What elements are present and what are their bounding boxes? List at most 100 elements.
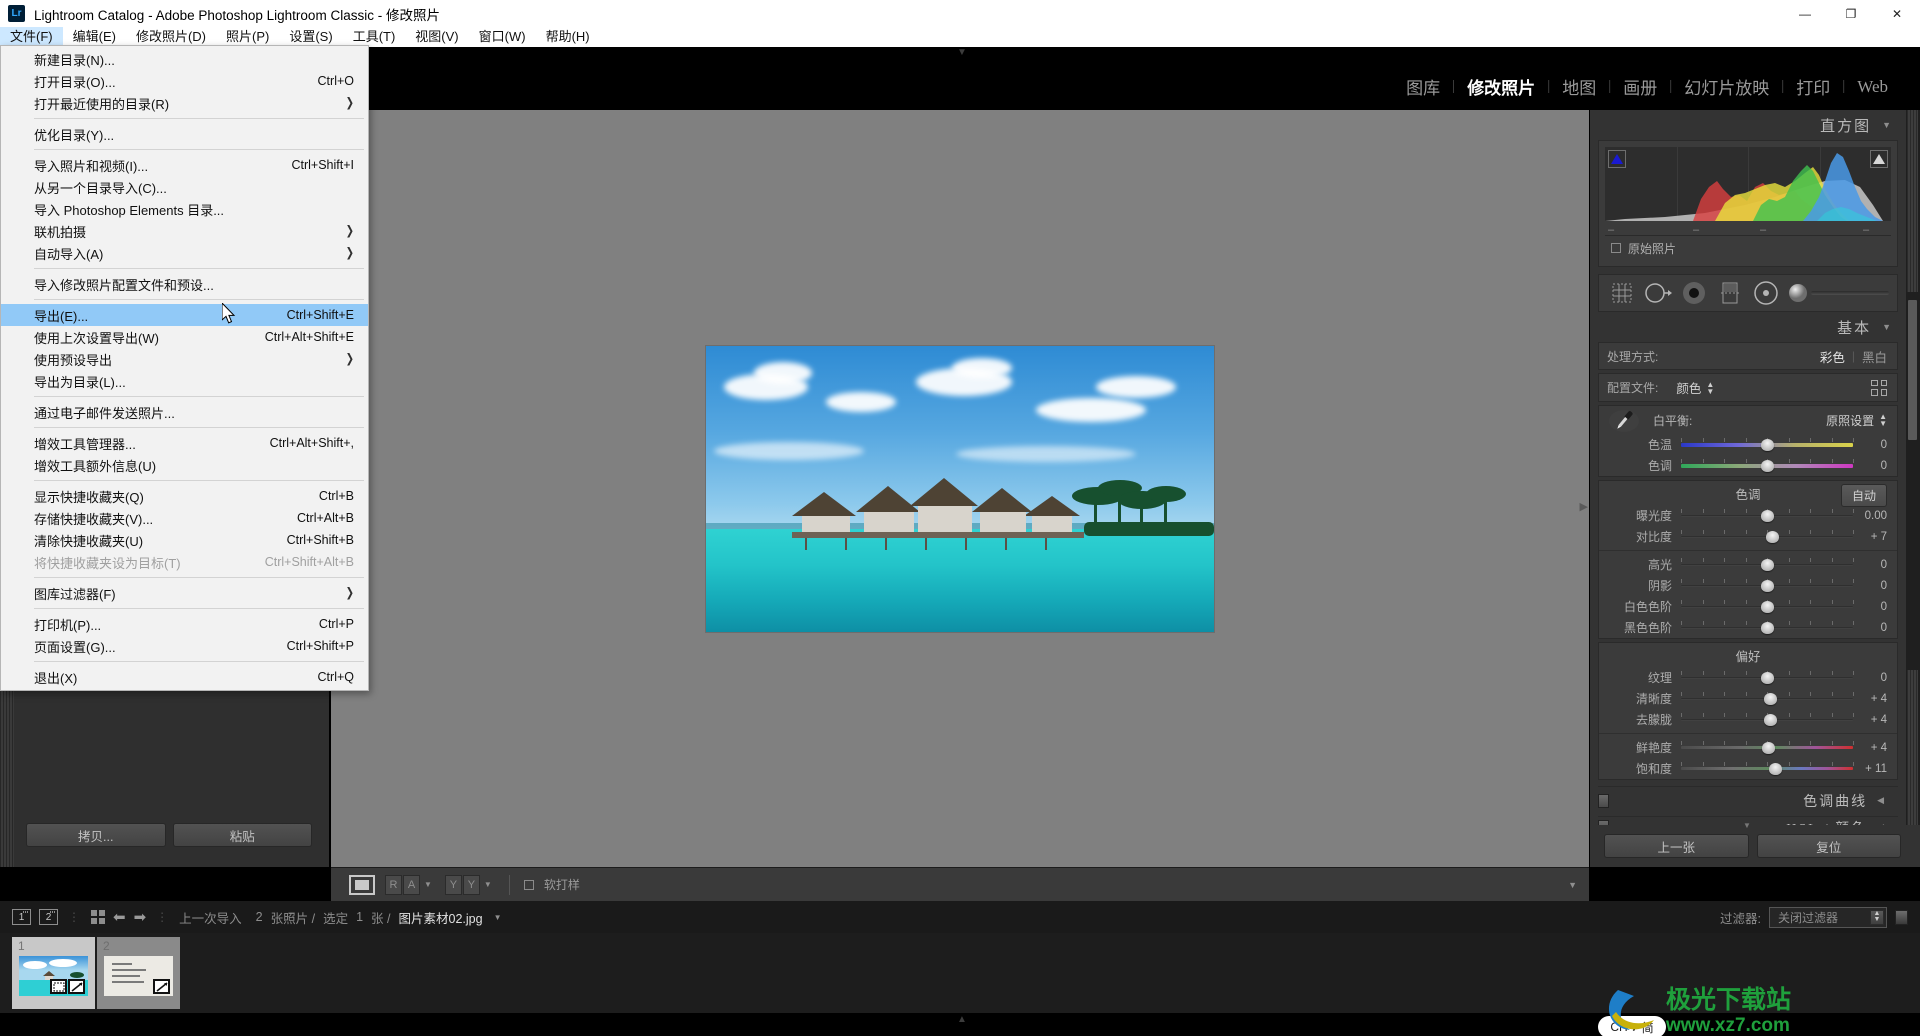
module-tab-0[interactable]: 图库 <box>1394 74 1452 99</box>
slider-value[interactable]: 0 <box>1853 580 1887 592</box>
soft-proofing-checkbox[interactable] <box>524 880 534 890</box>
treatment-color-option[interactable]: 彩色 <box>1820 347 1845 366</box>
tone-curve-panel-header[interactable]: 色调曲线 ◀ <box>1598 786 1898 814</box>
chevron-down-icon[interactable]: ▼ <box>1882 322 1893 332</box>
highlight-clipping-indicator[interactable] <box>1870 150 1888 168</box>
rating-pill-1[interactable]: Y <box>445 875 462 895</box>
slider-value[interactable]: 0 <box>1853 439 1887 451</box>
filmstrip-cell-0[interactable]: 1 <box>12 937 95 1009</box>
original-photo-checkbox[interactable] <box>1611 243 1621 253</box>
slider-knob[interactable] <box>1761 439 1774 451</box>
menu-item-6[interactable]: 视图(V) <box>405 27 468 47</box>
flag-pill-r[interactable]: R <box>385 875 402 895</box>
chevron-down-icon[interactable]: ▼ <box>491 913 505 922</box>
rating-pill-2[interactable]: Y <box>463 875 480 895</box>
slider-control[interactable] <box>1681 692 1853 706</box>
slider-knob[interactable] <box>1761 601 1774 613</box>
file-menu-item-31[interactable]: 打印机(P)...Ctrl+P <box>1 613 368 635</box>
file-menu-item-14[interactable]: 导出(E)...Ctrl+Shift+E <box>1 304 368 326</box>
scrollbar-thumb[interactable] <box>1908 300 1917 440</box>
bottom-panel-collapse-arrow[interactable]: ▲ <box>957 1014 967 1025</box>
menu-item-5[interactable]: 工具(T) <box>343 27 406 47</box>
file-menu-item-9[interactable]: 联机拍摄❯ <box>1 220 368 242</box>
slider-value[interactable]: 0 <box>1853 672 1887 684</box>
slider-knob[interactable] <box>1764 693 1777 705</box>
spot-removal-tool-icon[interactable] <box>1643 279 1672 308</box>
radial-filter-tool-icon[interactable] <box>1751 279 1780 308</box>
slider-control[interactable] <box>1681 741 1853 755</box>
back-arrow-icon[interactable]: ⬅ <box>113 908 126 926</box>
filter-select[interactable]: 关闭过滤器 ▲▼ <box>1769 907 1887 928</box>
menu-item-4[interactable]: 设置(S) <box>279 27 342 47</box>
slider-value[interactable]: + 4 <box>1853 742 1887 754</box>
file-menu-item-10[interactable]: 自动导入(A)❯ <box>1 242 368 264</box>
panel-collapse-arrow[interactable]: ▼ <box>1602 821 1892 830</box>
chevron-down-icon[interactable]: ▼ <box>1882 120 1893 130</box>
shadow-clipping-indicator[interactable] <box>1608 150 1626 168</box>
main-photo[interactable] <box>706 346 1214 632</box>
copy-settings-button[interactable]: 拷贝... <box>26 823 166 847</box>
slider-control[interactable] <box>1681 579 1853 593</box>
file-menu-item-29[interactable]: 图库过滤器(F)❯ <box>1 582 368 604</box>
slider-control[interactable] <box>1681 713 1853 727</box>
file-menu-item-34[interactable]: 退出(X)Ctrl+Q <box>1 666 368 688</box>
slider-value[interactable]: + 4 <box>1853 714 1887 726</box>
crop-tool-icon[interactable] <box>1607 279 1636 308</box>
slider-value[interactable]: 0 <box>1853 559 1887 571</box>
right-panel-scrollbar[interactable] <box>1906 110 1920 825</box>
filter-lock-button[interactable] <box>1895 910 1908 925</box>
menu-item-0[interactable]: 文件(F) <box>0 27 63 47</box>
profile-browser-icon[interactable] <box>1871 380 1887 396</box>
file-menu-item-22[interactable]: 增效工具额外信息(U) <box>1 454 368 476</box>
module-tab-6[interactable]: Web <box>1845 77 1900 97</box>
minimize-button[interactable]: — <box>1782 0 1828 27</box>
slider-value[interactable]: 0 <box>1853 460 1887 472</box>
treatment-bw-option[interactable]: 黑白 <box>1862 347 1887 366</box>
slider-control[interactable] <box>1681 438 1853 452</box>
menu-item-3[interactable]: 照片(P) <box>216 27 279 47</box>
paste-settings-button[interactable]: 粘贴 <box>173 823 313 847</box>
file-menu-item-17[interactable]: 导出为目录(L)... <box>1 370 368 392</box>
auto-tone-button[interactable]: 自动 <box>1841 484 1887 507</box>
image-canvas[interactable] <box>331 110 1589 867</box>
menu-item-2[interactable]: 修改照片(D) <box>126 27 216 47</box>
slider-control[interactable] <box>1681 459 1853 473</box>
top-panel-collapse-arrow[interactable]: ▼ <box>957 47 967 58</box>
file-menu-item-4[interactable]: 优化目录(Y)... <box>1 123 368 145</box>
slider-value[interactable]: 0 <box>1853 601 1887 613</box>
grid-view-icon[interactable] <box>91 910 105 924</box>
file-menu-item-6[interactable]: 导入照片和视频(I)...Ctrl+Shift+I <box>1 154 368 176</box>
maximize-button[interactable]: ❐ <box>1828 0 1874 27</box>
adjustment-brush-tool-icon[interactable] <box>1787 279 1889 308</box>
slider-knob[interactable] <box>1761 672 1774 684</box>
white-balance-value[interactable]: 原照设置 <box>1826 412 1874 429</box>
file-menu-item-12[interactable]: 导入修改照片配置文件和预设... <box>1 273 368 295</box>
develop-badge-icon[interactable] <box>153 979 170 994</box>
forward-arrow-icon[interactable]: ➡ <box>134 908 147 926</box>
original-photo-row[interactable]: 原始照片 <box>1605 235 1891 260</box>
loupe-view-icon[interactable] <box>349 875 375 895</box>
rating-filter-group[interactable]: Y Y ▼ <box>445 875 495 895</box>
histogram-panel-header[interactable]: 直方图 ▼ <box>1590 110 1906 140</box>
previous-button[interactable]: 上一张 <box>1604 834 1749 858</box>
file-menu-item-7[interactable]: 从另一个目录导入(C)... <box>1 176 368 198</box>
slider-knob[interactable] <box>1761 510 1774 522</box>
slider-knob[interactable] <box>1762 742 1775 754</box>
file-menu-item-26[interactable]: 清除快捷收藏夹(U)Ctrl+Shift+B <box>1 529 368 551</box>
current-filename[interactable]: 图片素材02.jpg <box>399 908 483 927</box>
profile-stepper-icon[interactable]: ▲▼ <box>1706 381 1714 395</box>
right-panel-show-arrow[interactable]: ▶ <box>1580 500 1588 513</box>
slider-value[interactable]: + 7 <box>1853 531 1887 543</box>
slider-control[interactable] <box>1681 671 1853 685</box>
filmstrip-cell-1[interactable]: 2 <box>97 937 180 1009</box>
close-button[interactable]: ✕ <box>1874 0 1920 27</box>
slider-knob[interactable] <box>1761 559 1774 571</box>
slider-control[interactable] <box>1681 509 1853 523</box>
slider-value[interactable]: + 11 <box>1853 763 1887 775</box>
chevron-down-icon[interactable]: ▼ <box>481 880 495 889</box>
file-menu-item-2[interactable]: 打开最近使用的目录(R)❯ <box>1 92 368 114</box>
develop-badge-icon[interactable] <box>68 979 85 994</box>
file-menu-item-15[interactable]: 使用上次设置导出(W)Ctrl+Alt+Shift+E <box>1 326 368 348</box>
tone-curve-switch[interactable] <box>1598 794 1609 808</box>
slider-control[interactable] <box>1681 762 1853 776</box>
